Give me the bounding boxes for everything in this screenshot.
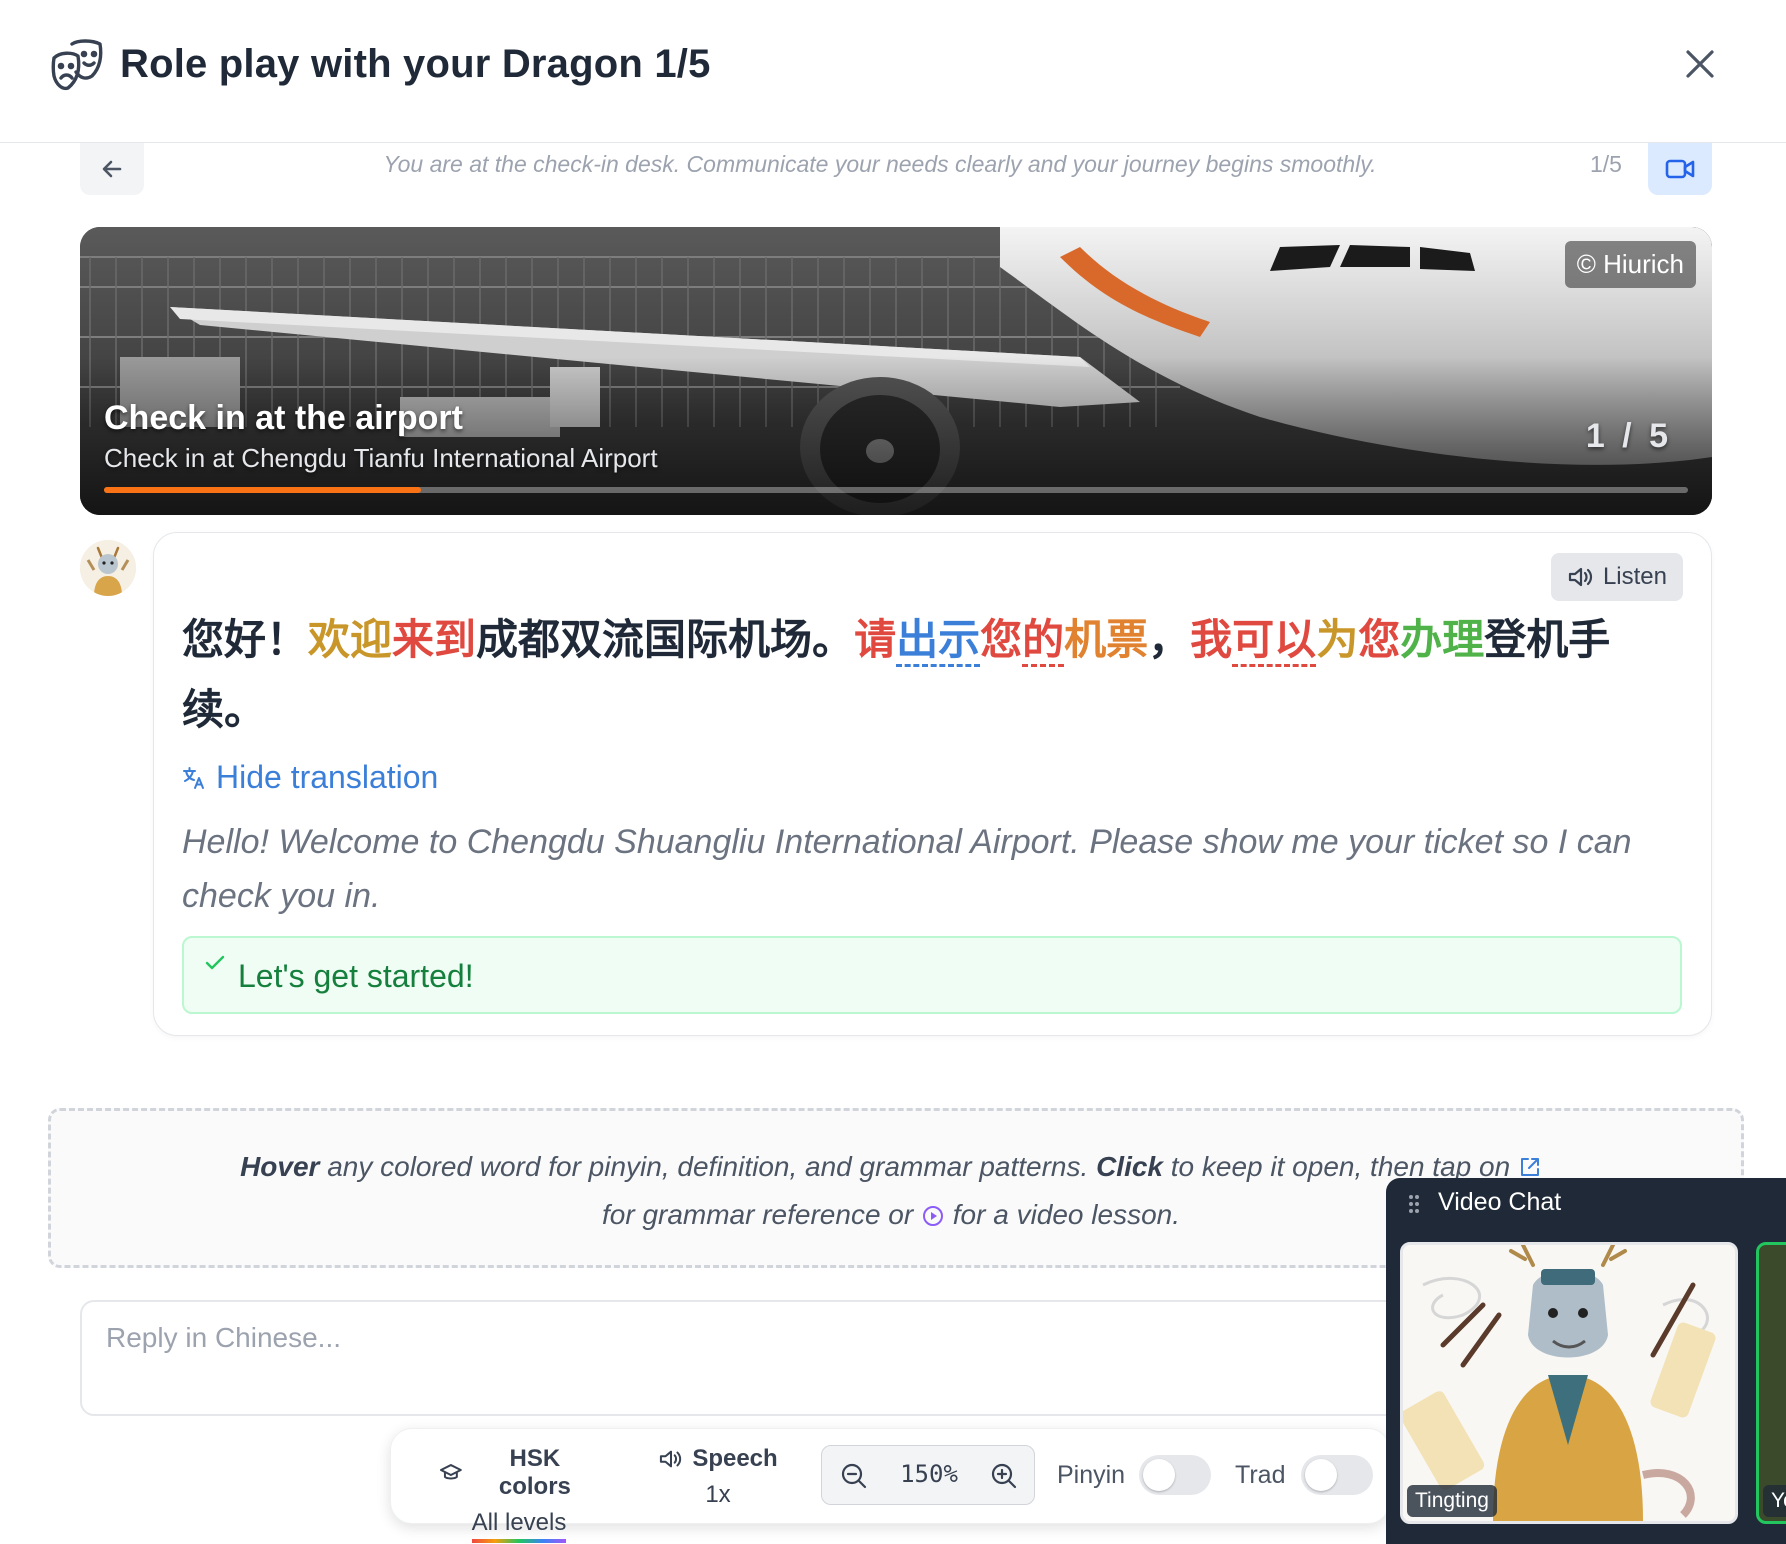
chinese-word-6[interactable]: 您 <box>980 615 1022 664</box>
page-title: Role play with your Dragon 1/5 <box>120 42 711 86</box>
hint-part-4: for a video lesson. <box>944 1199 1181 1230</box>
chinese-word-12[interactable]: 为 <box>1316 615 1358 664</box>
message-card: Listen 您好！欢迎来到成都双流国际机场。请出示您的机票，我可以为您办理登机… <box>153 532 1712 1036</box>
video-tile-other: Yo <box>1756 1242 1786 1524</box>
theater-mask-icon <box>51 39 103 91</box>
video-camera-icon <box>1665 159 1695 179</box>
reply-input[interactable] <box>80 1300 1600 1416</box>
scenario-bar: You are at the check-in desk. Communicat… <box>80 143 1712 195</box>
hide-translation-label: Hide translation <box>216 759 439 795</box>
hint-click-word: Click <box>1096 1151 1163 1182</box>
photo-credit: © Hiurich <box>1564 241 1696 288</box>
scenario-counter: 1/5 <box>1590 151 1622 177</box>
speech-speed-control[interactable]: Speech 1x <box>653 1445 783 1509</box>
chinese-word-5[interactable]: 出示 <box>896 615 981 667</box>
chinese-word-8[interactable]: 机票 <box>1064 615 1148 664</box>
listen-label: Listen <box>1602 563 1667 590</box>
success-message: Let's get started! <box>238 958 474 994</box>
dialog-header: Role play with your Dragon 1/5 <box>0 0 1786 143</box>
trad-toggle-knob <box>1305 1459 1337 1491</box>
success-banner: Let's get started! <box>182 936 1682 1014</box>
pinyin-toggle-knob <box>1143 1459 1175 1491</box>
drag-handle-icon[interactable] <box>1408 1194 1420 1214</box>
arrow-left-icon <box>102 160 122 178</box>
pinyin-label: Pinyin <box>1057 1461 1126 1489</box>
speaker-icon <box>660 1450 682 1468</box>
play-circle-icon <box>922 1206 943 1226</box>
pinyin-toggle[interactable] <box>1139 1455 1211 1495</box>
chinese-word-7[interactable]: 的 <box>1022 615 1065 667</box>
chinese-word-2[interactable]: 来到 <box>392 615 476 664</box>
trad-toggle[interactable] <box>1301 1455 1373 1495</box>
progress-bar-fill <box>104 487 421 493</box>
external-link-icon <box>1520 1158 1539 1176</box>
chinese-word-0: 您好！ <box>182 615 309 664</box>
trad-label: Trad <box>1235 1461 1286 1489</box>
participant-name-other: Yo <box>1763 1485 1786 1517</box>
banner-title: Check in at the airport <box>104 399 463 437</box>
video-chat-panel[interactable]: Video Chat Tingting Yo <box>1386 1178 1786 1544</box>
listen-button[interactable]: Listen <box>1550 553 1683 601</box>
hide-translation-button[interactable]: Hide translation <box>182 759 438 796</box>
dragon-avatar-icon <box>80 540 136 596</box>
scenario-banner: © Hiurich Check in at the airport Check … <box>80 227 1712 515</box>
hsk-level-value: All levels <box>471 1509 567 1543</box>
video-chat-title: Video Chat <box>1438 1188 1562 1216</box>
participant-name-self: Tingting <box>1407 1485 1497 1517</box>
chinese-word-11[interactable]: 可以 <box>1232 615 1317 667</box>
chinese-word-3: 成都双流国际机场。 <box>476 615 855 664</box>
translation-text: Hello! Welcome to Chengdu Shuangliu Inte… <box>182 823 1632 915</box>
banner-counter: 1 / 5 <box>1585 417 1672 455</box>
chinese-word-9: ， <box>1148 615 1191 664</box>
chinese-word-10[interactable]: 我 <box>1190 615 1232 664</box>
hsk-colors-label: HSK colors <box>498 1445 571 1500</box>
chinese-word-4[interactable]: 请 <box>854 615 896 664</box>
zoom-control: 150% <box>821 1445 1035 1505</box>
chinese-message: 您好！欢迎来到成都双流国际机场。请出示您的机票，我可以为您办理登机手续。 <box>182 605 1662 745</box>
video-lesson-button[interactable] <box>1648 143 1712 195</box>
hint-part-3: for grammar reference or <box>601 1199 921 1230</box>
chinese-word-1[interactable]: 欢迎 <box>308 615 392 664</box>
video-tile-self: Tingting <box>1400 1242 1738 1524</box>
dragon-character-image <box>1403 1245 1735 1521</box>
chinese-word-14[interactable]: 办理 <box>1400 615 1484 664</box>
banner-subtitle: Check in at Chengdu Tianfu International… <box>104 443 658 473</box>
speech-speed-value: 1x <box>705 1481 731 1508</box>
scenario-description: You are at the check-in desk. Communicat… <box>383 151 1377 177</box>
hint-part-1: any colored word for pinyin, definition,… <box>319 1151 1097 1182</box>
avatar <box>80 540 136 596</box>
zoom-in-icon[interactable] <box>990 1462 1018 1490</box>
speech-label: Speech <box>692 1445 778 1472</box>
translate-icon <box>183 766 204 789</box>
reading-toolbar: HSK colors All levels Speech 1x 150% Pin… <box>390 1428 1390 1543</box>
close-icon[interactable] <box>1680 44 1720 84</box>
chinese-word-13[interactable]: 您 <box>1358 615 1400 664</box>
back-button[interactable] <box>80 143 144 195</box>
graduation-cap-icon <box>439 1464 462 1480</box>
hsk-colors-control[interactable]: HSK colors All levels <box>439 1445 599 1543</box>
check-icon <box>205 955 225 970</box>
speaker-icon <box>1568 567 1593 587</box>
progress-bar <box>104 487 1688 493</box>
hint-hover-word: Hover <box>240 1151 320 1182</box>
